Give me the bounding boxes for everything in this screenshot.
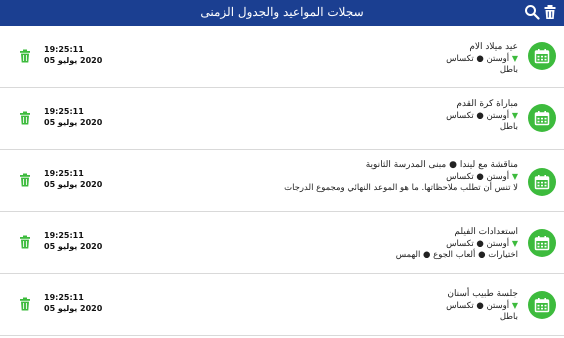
location-pin-icon: ▼ bbox=[511, 111, 518, 120]
location-pin-icon: ▼ bbox=[511, 239, 518, 248]
delete-record-icon[interactable] bbox=[19, 49, 31, 63]
record-details: مباراة كرة القدم ▼ أوستن ● تكساس باطل bbox=[446, 99, 518, 133]
record-date: 2020 يوليو 05 bbox=[44, 242, 103, 251]
delete-record-icon[interactable] bbox=[19, 111, 31, 125]
record-note: لا تنس أن تطلب ملاحظاتها. ما هو الموعد ا… bbox=[284, 183, 518, 193]
location-pin-icon: ▼ bbox=[511, 172, 518, 181]
record-location: ▼ أوستن ● تكساس bbox=[396, 238, 518, 250]
record-details: جلسة طبيب أسنان ▼ أوستن ● تكساس باطل bbox=[446, 289, 518, 323]
record-row[interactable]: مناقشة مع ليندا ● مبنى المدرسة الثانوية … bbox=[0, 150, 564, 212]
record-details: مناقشة مع ليندا ● مبنى المدرسة الثانوية … bbox=[284, 160, 518, 194]
calendar-icon bbox=[528, 104, 556, 132]
app-header: سجلات المواعيد والجدول الزمنى bbox=[0, 0, 564, 26]
delete-record-icon[interactable] bbox=[19, 173, 31, 187]
calendar-icon bbox=[528, 168, 556, 196]
record-title: مباراة كرة القدم bbox=[456, 99, 518, 109]
record-note: باطل bbox=[499, 122, 518, 132]
location-pin-icon: ▼ bbox=[511, 54, 518, 63]
record-row[interactable]: مباراة كرة القدم ▼ أوستن ● تكساس باطل 19… bbox=[0, 88, 564, 150]
record-title: استعدادات الفيلم bbox=[454, 227, 518, 237]
record-location: ▼ أوستن ● تكساس bbox=[446, 53, 518, 65]
record-date: 2020 يوليو 05 bbox=[44, 180, 103, 189]
record-note: باطل bbox=[499, 312, 518, 322]
page-title: سجلات المواعيد والجدول الزمنى bbox=[200, 5, 364, 19]
record-time: 19:25:11 bbox=[44, 107, 84, 116]
trash-icon[interactable] bbox=[542, 4, 558, 20]
record-title: عيد ميلاد الام bbox=[469, 42, 518, 52]
record-location: ▼ أوستن ● تكساس bbox=[446, 300, 518, 312]
record-location-text: أوستن ● تكساس bbox=[446, 111, 510, 121]
search-icon[interactable] bbox=[524, 4, 540, 20]
record-location-text: أوستن ● تكساس bbox=[446, 54, 510, 64]
record-row[interactable]: عيد ميلاد الام ▼ أوستن ● تكساس باطل 19:2… bbox=[0, 26, 564, 88]
record-date: 2020 يوليو 05 bbox=[44, 304, 103, 313]
location-pin-icon: ▼ bbox=[511, 301, 518, 310]
record-location-text: أوستن ● تكساس bbox=[446, 239, 510, 249]
record-date: 2020 يوليو 05 bbox=[44, 56, 103, 65]
record-time: 19:25:11 bbox=[44, 169, 84, 178]
delete-record-icon[interactable] bbox=[19, 297, 31, 311]
record-date: 2020 يوليو 05 bbox=[44, 118, 103, 127]
record-location-text: أوستن ● تكساس bbox=[446, 301, 510, 311]
calendar-icon bbox=[528, 291, 556, 319]
calendar-icon bbox=[528, 42, 556, 70]
record-note: باطل bbox=[499, 65, 518, 75]
record-time: 19:25:11 bbox=[44, 231, 84, 240]
delete-record-icon[interactable] bbox=[19, 235, 31, 249]
record-time: 19:25:11 bbox=[44, 45, 84, 54]
record-location: ▼ أوستن ● تكساس bbox=[446, 110, 518, 122]
record-details: عيد ميلاد الام ▼ أوستن ● تكساس باطل bbox=[446, 42, 518, 76]
record-row[interactable]: جلسة طبيب أسنان ▼ أوستن ● تكساس باطل 19:… bbox=[0, 274, 564, 336]
record-row[interactable]: استعدادات الفيلم ▼ أوستن ● تكساس اختيارا… bbox=[0, 212, 564, 274]
records-list: عيد ميلاد الام ▼ أوستن ● تكساس باطل 19:2… bbox=[0, 26, 564, 336]
record-title: جلسة طبيب أسنان bbox=[447, 289, 518, 299]
record-title: مناقشة مع ليندا ● مبنى المدرسة الثانوية bbox=[365, 160, 518, 170]
record-location: ▼ أوستن ● تكساس bbox=[284, 171, 518, 183]
record-details: استعدادات الفيلم ▼ أوستن ● تكساس اختيارا… bbox=[396, 227, 518, 261]
calendar-icon bbox=[528, 229, 556, 257]
record-location-text: أوستن ● تكساس bbox=[446, 172, 510, 182]
record-time: 19:25:11 bbox=[44, 293, 84, 302]
record-note: اختيارات ● ألعاب الجوع ● الهمس bbox=[395, 250, 518, 260]
